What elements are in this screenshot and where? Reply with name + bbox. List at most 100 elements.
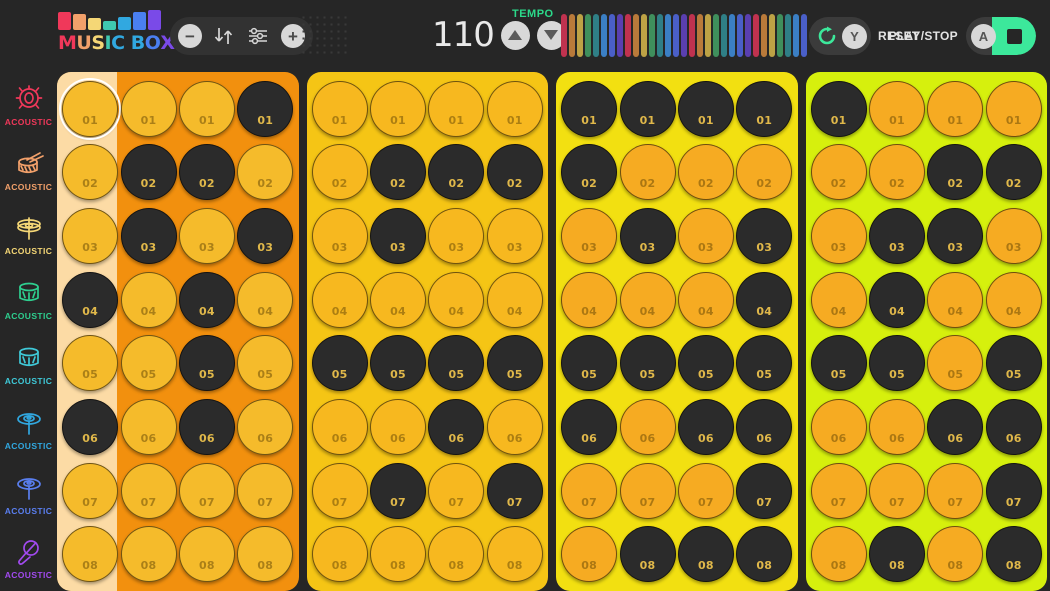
play-stop-button[interactable]: A bbox=[966, 17, 1036, 55]
step-pad-active[interactable]: 08 bbox=[619, 526, 676, 583]
step-pad-active[interactable]: 03 bbox=[120, 208, 177, 265]
step-pad-active[interactable]: 02 bbox=[486, 144, 543, 201]
step-cell[interactable]: 06 bbox=[178, 395, 236, 459]
step-pad-inactive[interactable]: 01 bbox=[311, 80, 368, 137]
step-pad-active[interactable]: 05 bbox=[178, 335, 235, 392]
step-pad-inactive[interactable]: 01 bbox=[927, 80, 984, 137]
step-pad-inactive[interactable]: 04 bbox=[619, 271, 676, 328]
step-cell[interactable]: 01 bbox=[677, 77, 735, 141]
step-cell[interactable]: 08 bbox=[486, 522, 544, 586]
step-cell[interactable]: 05 bbox=[810, 332, 868, 396]
step-cell[interactable]: 08 bbox=[985, 522, 1043, 586]
step-cell[interactable]: 02 bbox=[810, 141, 868, 205]
step-cell[interactable]: 02 bbox=[486, 141, 544, 205]
step-pad-inactive[interactable]: 04 bbox=[677, 271, 734, 328]
step-pad-active[interactable]: 01 bbox=[561, 80, 618, 137]
step-cell[interactable]: 05 bbox=[868, 332, 926, 396]
step-cell[interactable]: 05 bbox=[926, 332, 984, 396]
step-cell[interactable]: 06 bbox=[868, 395, 926, 459]
step-cell[interactable]: 05 bbox=[560, 332, 618, 396]
step-cell[interactable]: 06 bbox=[119, 395, 177, 459]
step-cell[interactable]: 01 bbox=[810, 77, 868, 141]
step-cell[interactable]: 03 bbox=[236, 204, 294, 268]
step-pad-active[interactable]: 03 bbox=[736, 208, 793, 265]
step-pad-inactive[interactable]: 06 bbox=[370, 398, 427, 455]
step-cell[interactable]: 07 bbox=[369, 459, 427, 523]
step-cell[interactable]: 07 bbox=[926, 459, 984, 523]
step-pad-active[interactable]: 04 bbox=[62, 271, 119, 328]
sidebar-item-hihat[interactable]: ACOUSTIC bbox=[0, 202, 57, 267]
updown-arrows-icon[interactable] bbox=[211, 24, 237, 48]
step-pad-active[interactable]: 05 bbox=[810, 335, 867, 392]
step-pad-inactive[interactable]: 03 bbox=[62, 208, 119, 265]
step-cell[interactable]: 02 bbox=[677, 141, 735, 205]
step-cell[interactable]: 04 bbox=[427, 268, 485, 332]
step-cell[interactable]: 01 bbox=[59, 77, 122, 141]
step-cell[interactable]: 08 bbox=[178, 522, 236, 586]
step-cell[interactable]: 02 bbox=[369, 141, 427, 205]
step-pad-active[interactable]: 02 bbox=[370, 144, 427, 201]
step-pad-active[interactable]: 07 bbox=[370, 462, 427, 519]
step-cell[interactable]: 05 bbox=[119, 332, 177, 396]
step-pad-active[interactable]: 04 bbox=[178, 271, 235, 328]
step-pad-inactive[interactable]: 03 bbox=[810, 208, 867, 265]
step-cell[interactable]: 08 bbox=[810, 522, 868, 586]
step-pad-inactive[interactable]: 07 bbox=[120, 462, 177, 519]
step-pad-inactive[interactable]: 07 bbox=[810, 462, 867, 519]
step-pad-active[interactable]: 06 bbox=[736, 398, 793, 455]
step-pad-inactive[interactable]: 02 bbox=[869, 144, 926, 201]
step-cell[interactable]: 05 bbox=[311, 332, 369, 396]
step-pad-inactive[interactable]: 08 bbox=[428, 526, 485, 583]
step-pad-inactive[interactable]: 08 bbox=[486, 526, 543, 583]
step-cell[interactable]: 01 bbox=[427, 77, 485, 141]
step-cell[interactable]: 05 bbox=[985, 332, 1043, 396]
step-pad-inactive[interactable]: 03 bbox=[178, 208, 235, 265]
step-cell[interactable]: 05 bbox=[178, 332, 236, 396]
step-pad-active[interactable]: 05 bbox=[736, 335, 793, 392]
step-pad-inactive[interactable]: 08 bbox=[178, 526, 235, 583]
step-cell[interactable]: 07 bbox=[236, 459, 294, 523]
step-pad-inactive[interactable]: 04 bbox=[561, 271, 618, 328]
step-cell[interactable]: 08 bbox=[735, 522, 793, 586]
step-pad-inactive[interactable]: 06 bbox=[486, 398, 543, 455]
step-pad-active[interactable]: 05 bbox=[486, 335, 543, 392]
step-cell[interactable]: 03 bbox=[560, 204, 618, 268]
step-pad-inactive[interactable]: 05 bbox=[120, 335, 177, 392]
step-pad-inactive[interactable]: 04 bbox=[428, 271, 485, 328]
step-pad-inactive[interactable]: 07 bbox=[428, 462, 485, 519]
step-pad-inactive[interactable]: 07 bbox=[311, 462, 368, 519]
step-cell[interactable]: 06 bbox=[618, 395, 676, 459]
step-cell[interactable]: 03 bbox=[868, 204, 926, 268]
sidebar-item-snare[interactable]: ACOUSTIC bbox=[0, 137, 57, 202]
step-pad-inactive[interactable]: 05 bbox=[237, 335, 294, 392]
step-cell[interactable]: 02 bbox=[61, 141, 119, 205]
step-pad-active[interactable]: 02 bbox=[985, 144, 1042, 201]
step-pad-inactive[interactable]: 07 bbox=[178, 462, 235, 519]
step-pad-active[interactable]: 05 bbox=[869, 335, 926, 392]
step-pad-inactive[interactable]: 01 bbox=[428, 80, 485, 137]
step-cell[interactable]: 08 bbox=[618, 522, 676, 586]
step-cell[interactable]: 07 bbox=[618, 459, 676, 523]
step-cell[interactable]: 04 bbox=[985, 268, 1043, 332]
step-cell[interactable]: 01 bbox=[868, 77, 926, 141]
step-pad-inactive[interactable]: 02 bbox=[62, 144, 119, 201]
step-cell[interactable]: 06 bbox=[61, 395, 119, 459]
step-pad-inactive[interactable]: 02 bbox=[810, 144, 867, 201]
step-cell[interactable]: 07 bbox=[427, 459, 485, 523]
step-cell[interactable]: 05 bbox=[486, 332, 544, 396]
step-cell[interactable]: 04 bbox=[735, 268, 793, 332]
step-pad-inactive[interactable]: 04 bbox=[237, 271, 294, 328]
step-cell[interactable]: 08 bbox=[369, 522, 427, 586]
step-pad-inactive[interactable]: 04 bbox=[985, 271, 1042, 328]
step-cell[interactable]: 06 bbox=[311, 395, 369, 459]
step-cell[interactable]: 03 bbox=[369, 204, 427, 268]
step-pad-active[interactable]: 06 bbox=[985, 398, 1042, 455]
step-pad-inactive[interactable]: 01 bbox=[486, 80, 543, 137]
step-cell[interactable]: 07 bbox=[119, 459, 177, 523]
step-pad-inactive[interactable]: 03 bbox=[985, 208, 1042, 265]
step-pad-inactive[interactable]: 02 bbox=[311, 144, 368, 201]
step-cell[interactable]: 07 bbox=[810, 459, 868, 523]
step-pad-active[interactable]: 08 bbox=[677, 526, 734, 583]
sidebar-item-cymbal-2[interactable]: ACOUSTIC bbox=[0, 461, 57, 526]
step-cell[interactable]: 07 bbox=[868, 459, 926, 523]
